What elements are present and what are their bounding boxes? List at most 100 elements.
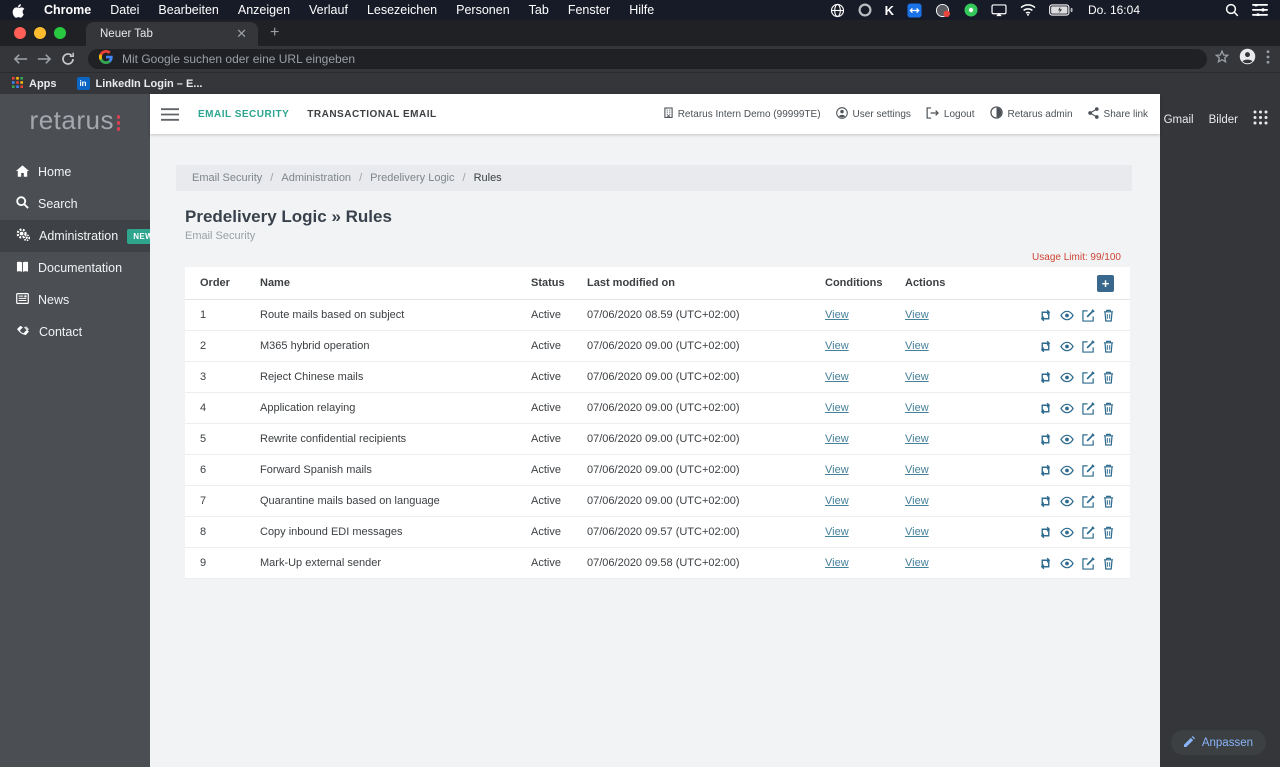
actions-view-link[interactable]: View (905, 309, 929, 321)
breadcrumb-administration[interactable]: Administration (281, 172, 351, 184)
reorder-icon[interactable] (1039, 464, 1052, 477)
breadcrumb-predelivery-logic[interactable]: Predelivery Logic (370, 172, 454, 184)
edit-icon[interactable] (1082, 525, 1095, 539)
spotlight-search-icon[interactable] (1225, 3, 1239, 17)
delete-icon[interactable] (1103, 371, 1114, 384)
ring-status-icon[interactable] (858, 3, 872, 17)
back-icon[interactable] (8, 48, 32, 70)
sidebar-item-news[interactable]: News (0, 284, 150, 316)
actions-view-link[interactable]: View (905, 464, 929, 476)
view-eye-icon[interactable] (1060, 558, 1074, 569)
edit-icon[interactable] (1082, 556, 1095, 570)
reorder-icon[interactable] (1039, 495, 1052, 508)
reorder-icon[interactable] (1039, 402, 1052, 415)
reorder-icon[interactable] (1039, 526, 1052, 539)
screen-mirroring-icon[interactable] (991, 3, 1007, 17)
conditions-view-link[interactable]: View (825, 464, 849, 476)
menu-item-anzeigen[interactable]: Anzeigen (238, 3, 290, 17)
conditions-view-link[interactable]: View (825, 340, 849, 352)
sidebar-item-contact[interactable]: Contact (0, 316, 150, 348)
menubar-clock[interactable]: Do. 16:04 (1088, 3, 1140, 17)
globe-status-icon[interactable] (830, 3, 845, 18)
teamviewer-status-icon[interactable] (907, 2, 922, 18)
hamburger-menu-icon[interactable] (161, 107, 179, 121)
delete-icon[interactable] (1103, 309, 1114, 322)
reorder-icon[interactable] (1039, 340, 1052, 353)
conditions-view-link[interactable]: View (825, 402, 849, 414)
reorder-icon[interactable] (1039, 371, 1052, 384)
sidebar-item-search[interactable]: Search (0, 188, 150, 220)
actions-view-link[interactable]: View (905, 557, 929, 569)
images-link[interactable]: Bilder (1209, 114, 1238, 126)
profile-avatar-icon[interactable] (1239, 48, 1256, 70)
actions-view-link[interactable]: View (905, 526, 929, 538)
minimize-window-button[interactable] (34, 27, 46, 39)
url-bar[interactable]: Mit Google suchen oder eine URL eingeben (88, 49, 1207, 69)
menu-item-chrome[interactable]: Chrome (44, 3, 91, 17)
view-eye-icon[interactable] (1060, 341, 1074, 352)
actions-view-link[interactable]: View (905, 433, 929, 445)
menu-item-bearbeiten[interactable]: Bearbeiten (158, 3, 218, 17)
edit-icon[interactable] (1082, 494, 1095, 508)
user-settings-button[interactable]: User settings (835, 106, 911, 122)
actions-view-link[interactable]: View (905, 371, 929, 383)
customize-button[interactable]: Anpassen (1170, 730, 1266, 755)
menu-item-datei[interactable]: Datei (110, 3, 139, 17)
conditions-view-link[interactable]: View (825, 371, 849, 383)
recorder-status-icon[interactable] (935, 3, 951, 18)
bookmark-linkedin[interactable]: in LinkedIn Login – E... (76, 77, 202, 90)
sidebar-item-documentation[interactable]: Documentation (0, 252, 150, 284)
conditions-view-link[interactable]: View (825, 495, 849, 507)
apple-logo-icon[interactable] (12, 3, 25, 18)
reorder-icon[interactable] (1039, 557, 1052, 570)
delete-icon[interactable] (1103, 433, 1114, 446)
view-eye-icon[interactable] (1060, 403, 1074, 414)
actions-view-link[interactable]: View (905, 402, 929, 414)
delete-icon[interactable] (1103, 557, 1114, 570)
delete-icon[interactable] (1103, 495, 1114, 508)
bookmark-star-icon[interactable] (1214, 49, 1230, 69)
edit-icon[interactable] (1082, 432, 1095, 446)
conditions-view-link[interactable]: View (825, 557, 849, 569)
conditions-view-link[interactable]: View (825, 309, 849, 321)
green-app-status-icon[interactable] (964, 3, 978, 17)
admin-toggle[interactable]: Retarus admin (989, 106, 1073, 122)
menu-item-hilfe[interactable]: Hilfe (629, 3, 654, 17)
logout-button[interactable]: Logout (926, 106, 975, 122)
actions-view-link[interactable]: View (905, 340, 929, 352)
edit-icon[interactable] (1082, 308, 1095, 322)
menu-item-verlauf[interactable]: Verlauf (309, 3, 348, 17)
control-center-icon[interactable] (1252, 4, 1268, 16)
reorder-icon[interactable] (1039, 309, 1052, 322)
account-selector[interactable]: Retarus Intern Demo (99999TE) (664, 107, 821, 121)
actions-view-link[interactable]: View (905, 495, 929, 507)
battery-status-icon[interactable] (1049, 4, 1073, 16)
menu-item-tab[interactable]: Tab (529, 3, 549, 17)
wifi-status-icon[interactable] (1020, 4, 1036, 16)
edit-icon[interactable] (1082, 339, 1095, 353)
browser-tab[interactable]: Neuer Tab ✕ (86, 22, 258, 46)
view-eye-icon[interactable] (1060, 465, 1074, 476)
edit-icon[interactable] (1082, 370, 1095, 384)
reorder-icon[interactable] (1039, 433, 1052, 446)
view-eye-icon[interactable] (1060, 527, 1074, 538)
k-cursor-status-icon[interactable]: K (885, 3, 894, 18)
fullscreen-window-button[interactable] (54, 27, 66, 39)
conditions-view-link[interactable]: View (825, 433, 849, 445)
breadcrumb-email-security[interactable]: Email Security (192, 172, 262, 184)
sidebar-item-administration[interactable]: Administration NEW (0, 220, 160, 253)
delete-icon[interactable] (1103, 526, 1114, 539)
menu-item-fenster[interactable]: Fenster (568, 3, 610, 17)
edit-icon[interactable] (1082, 463, 1095, 477)
google-apps-grid-icon[interactable] (1253, 110, 1268, 130)
delete-icon[interactable] (1103, 340, 1114, 353)
share-link-button[interactable]: Share link (1087, 106, 1148, 122)
menu-item-personen[interactable]: Personen (456, 3, 510, 17)
tab-close-icon[interactable]: ✕ (233, 26, 250, 42)
close-window-button[interactable] (14, 27, 26, 39)
browser-menu-icon[interactable] (1266, 49, 1270, 69)
sidebar-item-home[interactable]: Home (0, 156, 150, 188)
new-tab-button[interactable]: + (270, 25, 279, 41)
add-rule-button[interactable]: + (1097, 274, 1114, 292)
bookmark-apps[interactable]: Apps (12, 76, 57, 91)
